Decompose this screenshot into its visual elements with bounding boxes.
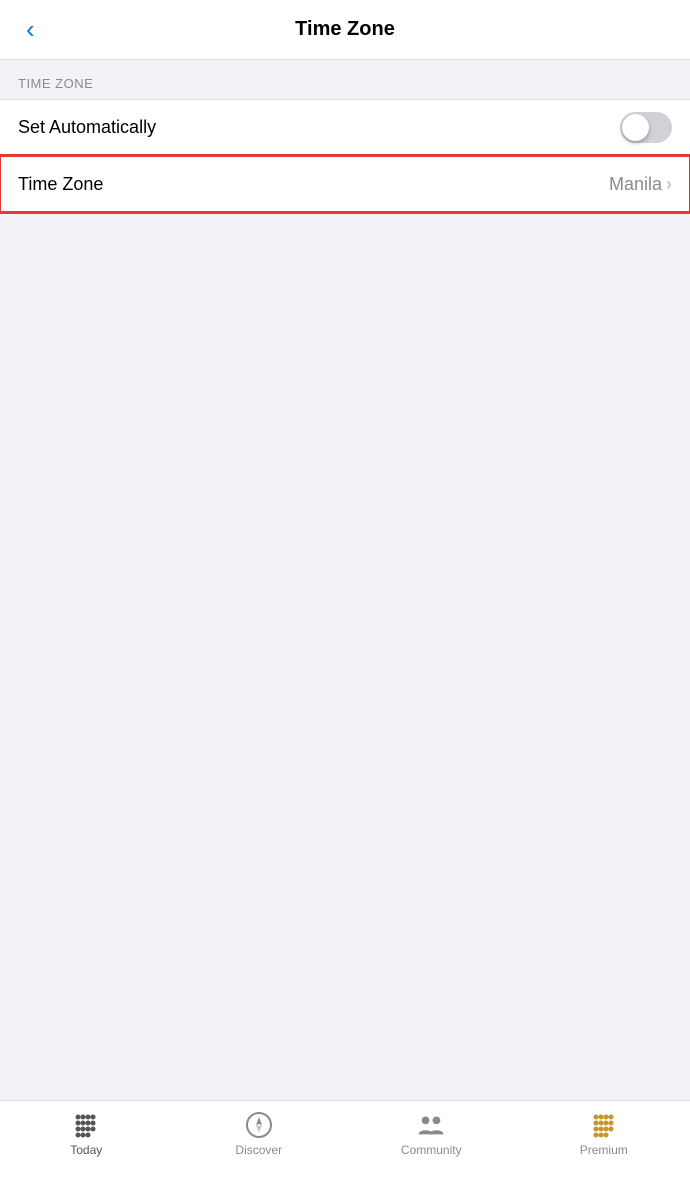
- set-automatically-row: Set Automatically: [0, 100, 690, 156]
- tab-discover[interactable]: Discover: [173, 1111, 346, 1157]
- community-icon: [417, 1111, 445, 1139]
- time-zone-label: Time Zone: [18, 174, 103, 195]
- time-zone-value-group: Manila ›: [609, 174, 672, 195]
- header: ‹ Time Zone: [0, 0, 690, 60]
- tab-premium-label: Premium: [580, 1143, 628, 1157]
- set-automatically-toggle[interactable]: [620, 112, 672, 143]
- tab-premium[interactable]: Premium: [518, 1111, 690, 1157]
- time-zone-row[interactable]: Time Zone Manila ›: [0, 156, 690, 212]
- settings-list: Set Automatically Time Zone Manila ›: [0, 99, 690, 213]
- tab-community-label: Community: [401, 1143, 462, 1157]
- discover-icon: [245, 1111, 273, 1139]
- tab-today[interactable]: Today: [0, 1111, 173, 1157]
- set-automatically-label: Set Automatically: [18, 117, 156, 138]
- today-icon: [72, 1111, 100, 1139]
- chevron-icon: ›: [666, 174, 672, 195]
- tab-today-label: Today: [70, 1143, 102, 1157]
- tab-community[interactable]: Community: [345, 1111, 518, 1157]
- tab-bar: Today Discover Community: [0, 1100, 690, 1190]
- premium-icon: [590, 1111, 618, 1139]
- back-button[interactable]: ‹: [18, 10, 43, 49]
- main-content: [0, 213, 690, 1098]
- toggle-knob: [622, 114, 649, 141]
- tab-discover-label: Discover: [235, 1143, 282, 1157]
- section-label: TIME ZONE: [0, 60, 690, 99]
- page-title: Time Zone: [295, 18, 395, 41]
- time-zone-value: Manila: [609, 174, 662, 195]
